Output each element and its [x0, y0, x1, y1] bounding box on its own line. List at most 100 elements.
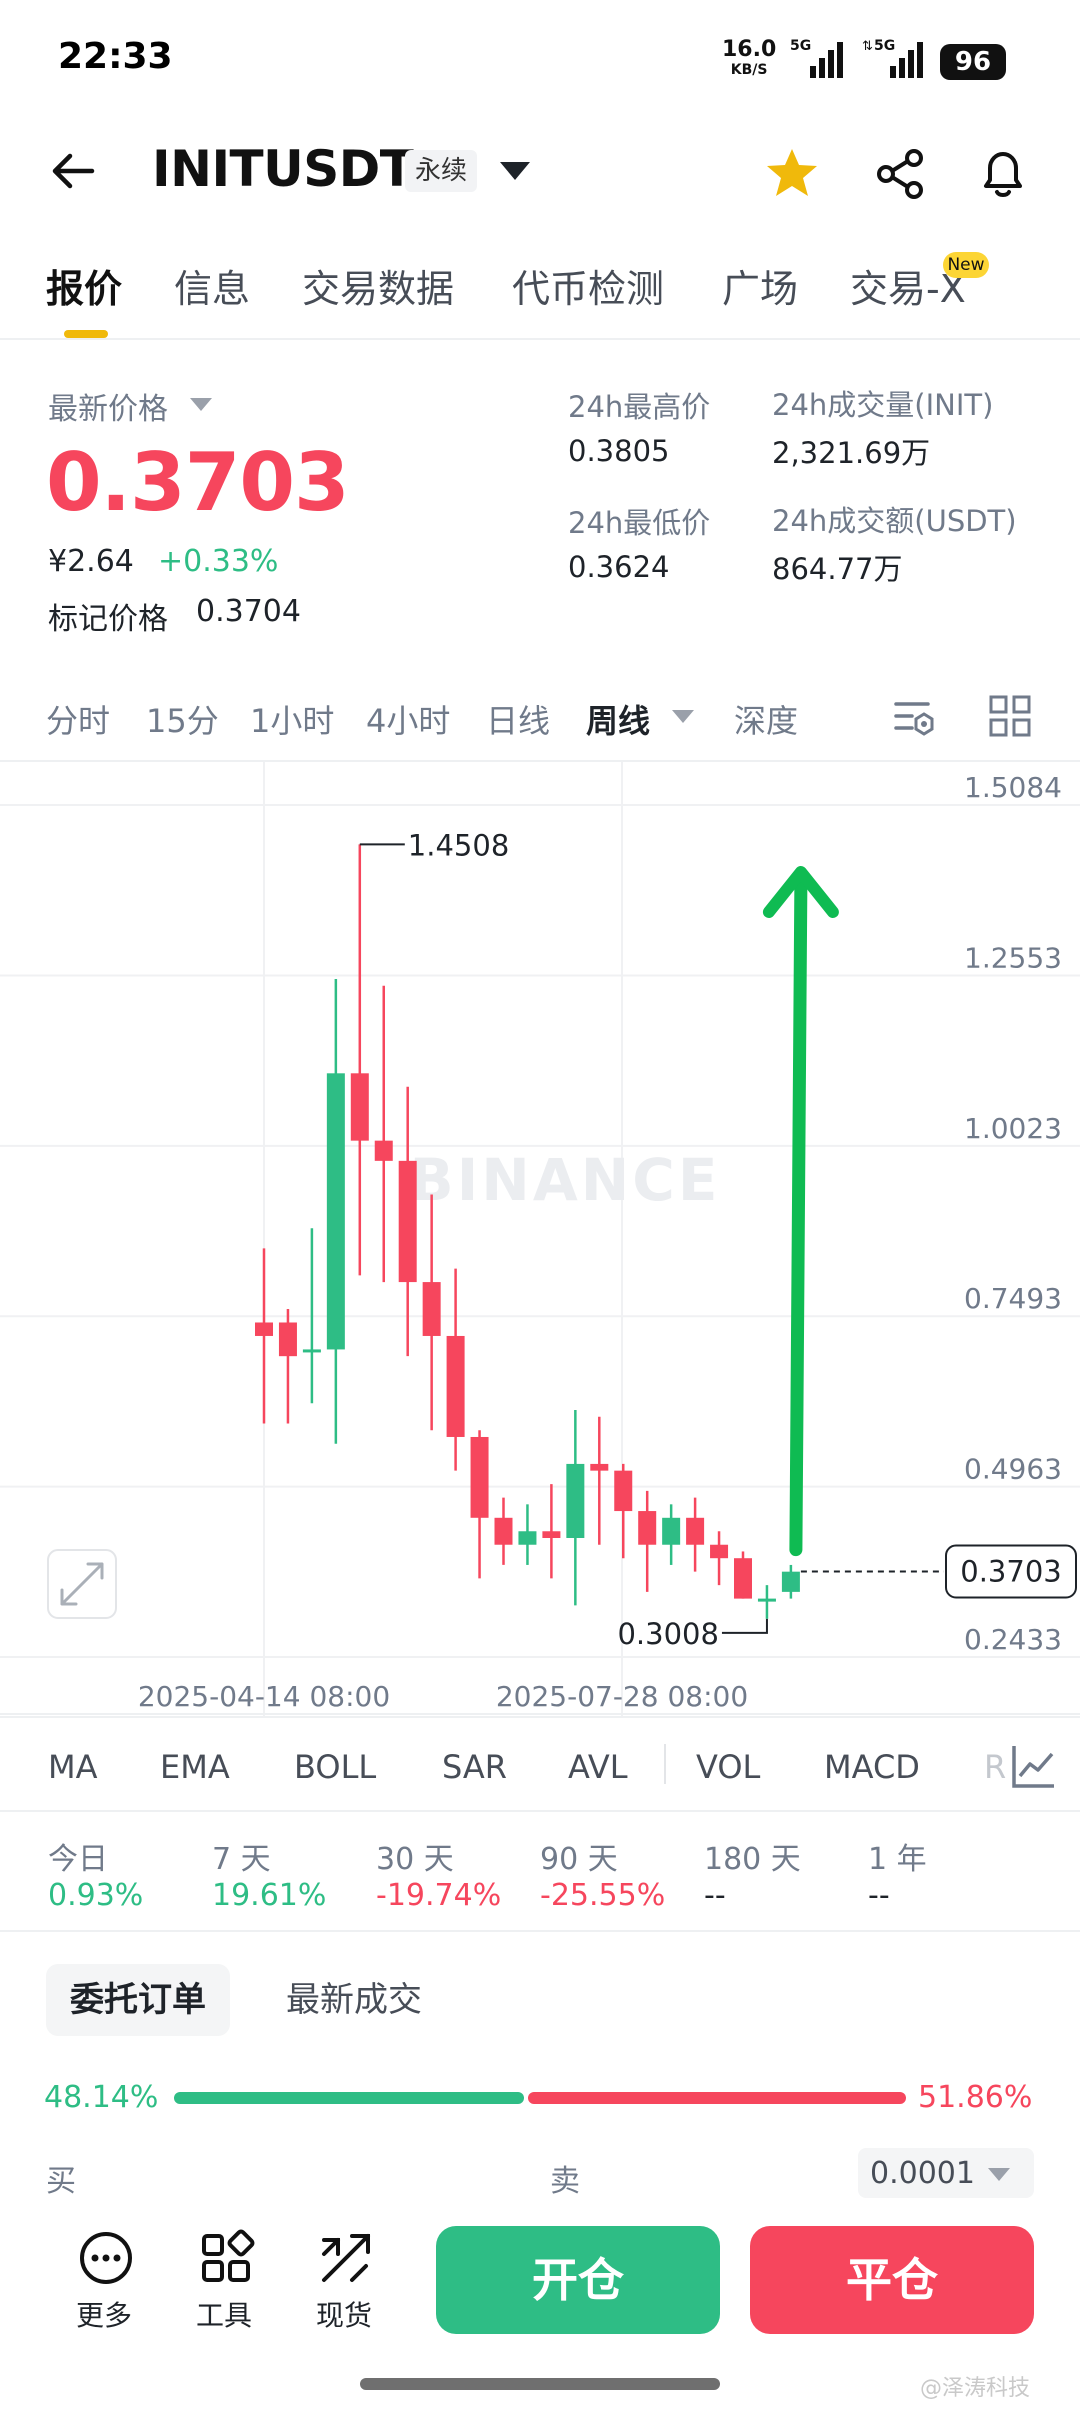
nav-tools-label[interactable]: 工具	[196, 2294, 252, 2334]
tab-trading-data[interactable]: 交易数据	[302, 258, 454, 313]
low-price-label: 0.3008	[617, 1617, 718, 1651]
grid-layout-icon[interactable]	[988, 694, 1032, 738]
tab-info[interactable]: 信息	[174, 258, 250, 313]
tab-square[interactable]: 广场	[722, 258, 798, 313]
volume-24h-label: 24h成交量(INIT)	[772, 388, 994, 422]
indicator-ma[interactable]: MA	[48, 1748, 98, 1786]
indicator-boll[interactable]: BOLL	[294, 1748, 376, 1786]
perf-today-label: 今日	[48, 1842, 108, 1877]
low-24h-value: 0.3624	[568, 550, 670, 584]
candle-body	[686, 1517, 705, 1545]
divider	[0, 1930, 1080, 1932]
tools-icon[interactable]	[196, 2228, 256, 2288]
interval-1w[interactable]: 周线	[586, 696, 650, 742]
tab-token-check[interactable]: 代币检测	[512, 258, 664, 313]
indicator-r[interactable]: R	[984, 1748, 1006, 1786]
perf-90d-label: 90 天	[540, 1842, 618, 1877]
y-tick-label: 0.2433	[964, 1623, 1062, 1656]
high-24h-label: 24h最高价	[568, 390, 711, 424]
divider	[0, 1810, 1080, 1812]
interval-4h[interactable]: 4小时	[366, 696, 450, 742]
interval-depth[interactable]: 深度	[734, 696, 798, 742]
interval-1d[interactable]: 日线	[486, 696, 550, 742]
home-indicator[interactable]	[360, 2378, 720, 2390]
signal2-label: 5G	[874, 38, 895, 54]
back-icon[interactable]	[48, 146, 98, 196]
volume-24h-value: 2,321.69万	[772, 436, 931, 470]
signal1-label: 5G	[790, 38, 811, 54]
candle-body	[326, 1073, 345, 1350]
close-position-button[interactable]: 平仓	[750, 2226, 1034, 2334]
indicator-avl[interactable]: AVL	[568, 1748, 628, 1786]
contract-type-badge: 永续	[405, 150, 478, 192]
new-badge: New	[943, 252, 989, 278]
source-watermark: @泽涛科技	[920, 2376, 1031, 2401]
open-position-button[interactable]: 开仓	[436, 2226, 720, 2334]
y-tick-label: 1.5084	[964, 771, 1062, 804]
perf-1y-value: --	[868, 1878, 890, 1913]
indicator-macd[interactable]: MACD	[824, 1748, 920, 1786]
candle-body	[566, 1463, 585, 1538]
share-icon[interactable]	[872, 146, 928, 202]
interval-time[interactable]: 分时	[46, 696, 110, 742]
perf-7d-label: 7 天	[212, 1842, 271, 1877]
last-price: 0.3703	[46, 436, 350, 529]
star-icon[interactable]	[762, 144, 822, 204]
candlestick-chart[interactable]: BINANCE 1.45080.30080.3703 1.50841.25531…	[0, 762, 1080, 1717]
status-time: 22:33	[58, 36, 173, 77]
interval-1h[interactable]: 1小时	[250, 696, 334, 742]
spot-icon[interactable]	[316, 2228, 376, 2288]
tab-open-orders[interactable]: 委托订单	[46, 1964, 230, 2036]
buy-column-label: 买	[46, 2164, 76, 2199]
indicator-vol[interactable]: VOL	[696, 1748, 760, 1786]
interval-15m[interactable]: 15分	[146, 696, 219, 742]
mark-price-value: 0.3704	[196, 594, 301, 629]
nav-spot-label[interactable]: 现货	[316, 2294, 372, 2334]
caret-down-icon[interactable]	[988, 2168, 1010, 2181]
symbol-title[interactable]: INITUSDT	[152, 140, 414, 198]
tab-quote[interactable]: 报价	[46, 258, 122, 313]
candle-body	[757, 1598, 776, 1602]
perf-180d-value: --	[704, 1878, 726, 1913]
more-icon[interactable]	[76, 2228, 136, 2288]
candle-body	[494, 1517, 513, 1545]
buy-percent: 48.14%	[44, 2080, 159, 2115]
perf-1y-label: 1 年	[868, 1842, 927, 1877]
indicator-settings-icon[interactable]	[1008, 1740, 1060, 1792]
y-tick-label: 1.0023	[964, 1112, 1062, 1145]
candle-body	[302, 1349, 321, 1353]
x-tick-label: 2025-07-28 08:00	[496, 1680, 748, 1713]
candle-body	[590, 1463, 609, 1471]
caret-down-icon[interactable]	[672, 710, 694, 723]
candle-body	[518, 1531, 537, 1545]
caret-down-icon[interactable]	[500, 162, 530, 180]
caret-down-icon[interactable]	[190, 398, 212, 411]
last-price-label[interactable]: 最新价格	[48, 384, 168, 428]
nav-more-label[interactable]: 更多	[76, 2294, 132, 2334]
active-tab-indicator	[64, 330, 108, 338]
candle-body	[350, 1073, 369, 1141]
candle-body	[446, 1335, 465, 1437]
candle-body	[614, 1470, 633, 1512]
tab-latest-trades[interactable]: 最新成交	[286, 1964, 422, 2036]
high-price-label: 1.4508	[408, 828, 509, 862]
y-tick-label: 1.2553	[964, 941, 1062, 974]
candle-body	[542, 1531, 561, 1538]
indicator-sar[interactable]: SAR	[442, 1748, 507, 1786]
precision-value[interactable]: 0.0001	[870, 2156, 975, 2191]
sell-ratio-bar	[528, 2092, 906, 2104]
chart-settings-icon[interactable]	[892, 694, 938, 740]
bell-icon[interactable]	[974, 144, 1032, 202]
current-price-label: 0.3703	[960, 1554, 1061, 1588]
candle-body	[781, 1571, 800, 1592]
candle-body	[422, 1282, 441, 1336]
candle-body	[638, 1511, 657, 1545]
candle-body	[470, 1436, 489, 1518]
indicator-ema[interactable]: EMA	[160, 1748, 230, 1786]
perf-90d-value: -25.55%	[540, 1878, 666, 1913]
expand-icon[interactable]	[47, 1549, 117, 1619]
svg-text:⇅: ⇅	[862, 39, 873, 54]
amount-24h-value: 864.77万	[772, 552, 903, 586]
change-percent: +0.33%	[158, 544, 279, 579]
network-speed-unit: KB/S	[730, 62, 768, 78]
